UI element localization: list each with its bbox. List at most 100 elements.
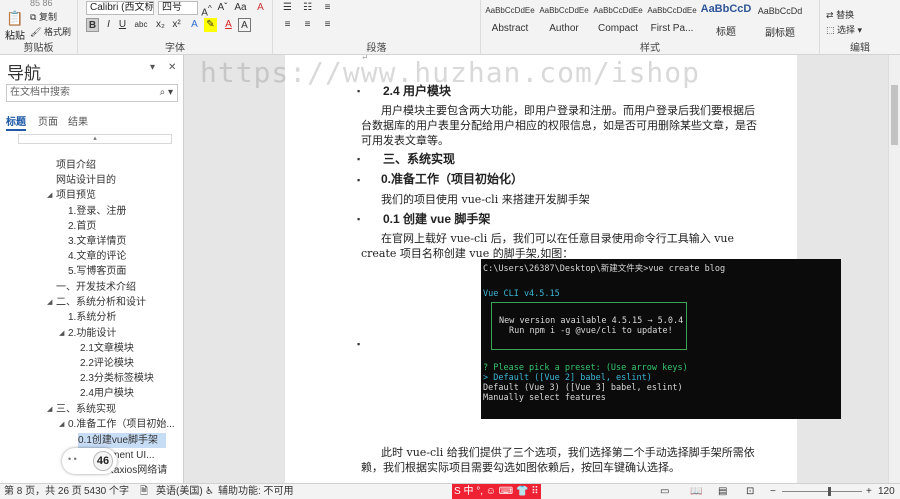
document-page[interactable]: ↵ ▪ 2.4 用户模块 用户模块主要包含两大功能，即用户登录和注册。而用户登录… bbox=[285, 55, 841, 483]
clear-format-icon[interactable]: A bbox=[254, 1, 267, 15]
zoom-in-icon[interactable]: + bbox=[866, 484, 872, 499]
language[interactable]: 英语(美国) bbox=[156, 484, 203, 499]
align-center-icon[interactable]: ≡ bbox=[301, 18, 314, 32]
document-scrollbar[interactable] bbox=[888, 55, 900, 483]
tree-item[interactable]: 2.首页 bbox=[68, 219, 96, 234]
replace-button[interactable]: ⇄ 替换 bbox=[826, 8, 854, 21]
close-icon[interactable]: ✕ bbox=[168, 62, 176, 73]
zoom-level[interactable]: 120 bbox=[878, 484, 895, 499]
tree-item[interactable]: ◢ 二、系统分析和设计 bbox=[47, 295, 146, 310]
style-abstract[interactable]: AaBbCcDdEe Abstract bbox=[483, 0, 537, 40]
replace-icon: ⇄ bbox=[826, 10, 834, 20]
cut-label[interactable]: 85 86 bbox=[30, 0, 53, 8]
nav-scroll-up[interactable]: ▴ bbox=[18, 134, 172, 144]
tree-item[interactable]: ◢ 0.准备工作（项目初始... bbox=[59, 417, 175, 432]
font-size-select[interactable]: 四号 bbox=[158, 1, 198, 15]
bold-button[interactable]: B bbox=[86, 18, 99, 32]
tree-item[interactable]: 4.文章的评论 bbox=[68, 249, 126, 264]
font-color-icon[interactable]: A bbox=[222, 18, 235, 32]
tree-item[interactable]: ◢ 2.功能设计 bbox=[59, 326, 116, 341]
paragraph-line: 台数据库的用户表里分配给用户相应的权限信息，如是否可用删除某些文章，是否 bbox=[361, 119, 757, 132]
proofing-icon[interactable]: 🗎 bbox=[140, 484, 148, 499]
char-border-icon[interactable]: A bbox=[238, 18, 251, 32]
tree-item[interactable]: 5.写博客页面 bbox=[68, 264, 126, 279]
subscript-button[interactable]: x₂ bbox=[154, 18, 167, 32]
select-button[interactable]: ⬚ 选择 ▾ bbox=[826, 23, 862, 36]
chevron-down-icon[interactable]: ▾ bbox=[150, 62, 155, 73]
align-right-icon[interactable]: ≡ bbox=[321, 18, 334, 32]
accessibility-status[interactable]: 辅助功能: 不可用 bbox=[218, 484, 294, 499]
collapse-icon[interactable]: ◢ bbox=[59, 326, 64, 341]
collapse-icon[interactable]: ◢ bbox=[47, 402, 52, 417]
collapse-icon[interactable]: ◢ bbox=[47, 188, 52, 203]
style-first-paragraph[interactable]: AaBbCcDdEe First Pa... bbox=[645, 0, 699, 40]
superscript-button[interactable]: x² bbox=[170, 18, 183, 32]
style-name: 标题 bbox=[716, 27, 736, 38]
tab-pages[interactable]: 页面 bbox=[38, 113, 58, 128]
shrink-font-button[interactable]: Aˇ bbox=[216, 1, 229, 15]
tree-item[interactable]: 2.3分类标签模块 bbox=[80, 371, 154, 386]
tree-item-selected[interactable]: 0.1创建vue脚手架 bbox=[78, 433, 167, 448]
tab-headings[interactable]: 标题 bbox=[6, 113, 26, 131]
zoom-slider-thumb[interactable] bbox=[828, 487, 831, 496]
widget-count: 46 bbox=[93, 451, 113, 471]
focus-mode-icon[interactable]: ▭ bbox=[660, 484, 669, 499]
tree-item[interactable]: 3.文章详情页 bbox=[68, 234, 126, 249]
tree-item[interactable]: 一、开发技术介绍 bbox=[56, 280, 136, 295]
zoom-slider[interactable] bbox=[782, 491, 862, 492]
tree-item[interactable]: ◢ 三、系统实现 bbox=[47, 402, 116, 417]
bullets-icon[interactable]: ☰ bbox=[281, 1, 294, 15]
collapse-icon[interactable]: ◢ bbox=[47, 295, 52, 310]
terminal-line: ? Please pick a preset: (Use arrow keys) bbox=[483, 363, 688, 373]
copy-button[interactable]: ⧉ 复制 bbox=[30, 10, 57, 23]
terminal-line: C:\Users\26387\Desktop\新建文件夹>vue create … bbox=[483, 264, 726, 274]
style-title[interactable]: AaBbCcD 标题 bbox=[699, 0, 753, 40]
tree-item[interactable]: 项目介绍 bbox=[56, 158, 96, 173]
strikethrough-button[interactable]: abc bbox=[132, 18, 150, 32]
tree-item[interactable]: ◢ 项目预览 bbox=[47, 188, 96, 203]
tree-item[interactable]: 2.4用户模块 bbox=[80, 386, 134, 401]
highlight-icon[interactable]: ✎ bbox=[204, 18, 217, 32]
format-painter-button[interactable]: 🖌 格式刷 bbox=[30, 25, 71, 38]
styles-group-label: 样式 bbox=[640, 43, 660, 54]
web-layout-icon[interactable]: ⊡ bbox=[746, 484, 754, 499]
grow-font-button[interactable]: A^ bbox=[200, 1, 213, 18]
change-case-button[interactable]: Aa bbox=[234, 1, 247, 15]
floating-widget[interactable]: • • 46 bbox=[62, 448, 117, 474]
bullet-icon: ▪ bbox=[357, 154, 361, 164]
tab-results[interactable]: 结果 bbox=[68, 113, 88, 128]
align-left-icon[interactable]: ≡ bbox=[281, 18, 294, 32]
numbering-icon[interactable]: ☷ bbox=[301, 1, 314, 15]
tree-item-label: 一、开发技术介绍 bbox=[56, 282, 136, 293]
tree-item[interactable]: 2.1文章模块 bbox=[80, 341, 134, 356]
print-layout-icon[interactable]: ▤ bbox=[718, 484, 727, 499]
italic-button[interactable]: I bbox=[102, 18, 115, 32]
paragraph-line: 此时 vue-cli 给我们提供了三个选项，我们选择第二个手动选择脚手架所需依 bbox=[381, 446, 755, 459]
style-subtitle[interactable]: AaBbCcDd 副标题 bbox=[753, 0, 807, 40]
multilevel-icon[interactable]: ≡ bbox=[321, 1, 334, 15]
underline-button[interactable]: U bbox=[116, 18, 129, 32]
clipboard-group-label: 剪贴板 bbox=[23, 43, 54, 54]
tree-item[interactable]: 1.登录、注册 bbox=[68, 204, 126, 219]
tree-item[interactable]: 网站设计目的 bbox=[56, 173, 116, 188]
scrollbar-thumb[interactable] bbox=[891, 85, 898, 145]
tree-item[interactable]: 2.2评论模块 bbox=[80, 356, 134, 371]
style-author[interactable]: AaBbCcDdEe Author bbox=[537, 0, 591, 40]
nav-search-input[interactable]: 在文档中搜索 ⌕ ▾ bbox=[6, 84, 178, 102]
collapse-icon[interactable]: ◢ bbox=[59, 417, 64, 432]
style-compact[interactable]: AaBbCcDdEe Compact bbox=[591, 0, 645, 40]
tree-item-label: 项目介绍 bbox=[56, 160, 96, 171]
ime-toolbar[interactable]: S 中 °, ☺ ⌨ 👕 ⠿ bbox=[452, 484, 541, 499]
word-count[interactable]: 5430 个字 bbox=[84, 484, 129, 499]
zoom-out-icon[interactable]: − bbox=[770, 484, 776, 499]
font-name-select[interactable]: Calibri (西文标 bbox=[86, 1, 154, 15]
paste-button[interactable]: 📋 粘贴 bbox=[4, 10, 26, 42]
text-effects-icon[interactable]: A bbox=[188, 18, 201, 32]
read-mode-icon[interactable]: 📖 bbox=[690, 484, 702, 499]
paragraph-mark: ↵ bbox=[361, 55, 369, 63]
search-icon[interactable]: ⌕ ▾ bbox=[160, 85, 173, 101]
tree-item[interactable]: 1.系统分析 bbox=[68, 310, 116, 325]
tree-item-label: 5.写博客页面 bbox=[68, 266, 127, 277]
tree-item-label: 1.登录、注册 bbox=[68, 206, 127, 217]
page-count[interactable]: 第 8 页，共 26 页 bbox=[4, 484, 82, 499]
